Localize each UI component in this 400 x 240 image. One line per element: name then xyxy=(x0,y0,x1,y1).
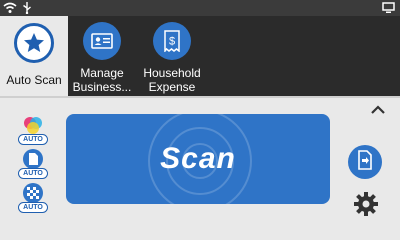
monitor-icon xyxy=(382,2,395,14)
scan-button[interactable]: Scan xyxy=(66,114,330,204)
paper-size-button[interactable]: AUTO xyxy=(18,149,48,179)
scan-side-button[interactable] xyxy=(348,145,382,179)
profile-label-line2: Expense xyxy=(148,80,196,94)
paper-size-icon xyxy=(22,149,44,169)
profile-label-line1: Household xyxy=(143,66,201,80)
color-mode-button[interactable]: AUTO xyxy=(18,115,48,145)
star-icon xyxy=(14,23,54,63)
resolution-button[interactable]: AUTO xyxy=(18,183,48,213)
divider xyxy=(0,96,400,98)
profile-label-line2: Business... xyxy=(72,80,132,94)
scan-label: Scan xyxy=(160,142,236,175)
profile-manage-business[interactable]: Manage Business... xyxy=(68,16,136,96)
svg-text:$: $ xyxy=(169,36,175,48)
auto-badge: AUTO xyxy=(18,202,48,213)
receipt-icon: $ xyxy=(153,22,191,60)
profile-bar: Manage Business... $ Household Expense xyxy=(68,16,400,96)
profile-label-line1: Manage xyxy=(80,66,124,80)
scan-side-icon xyxy=(357,149,373,175)
color-mode-icon xyxy=(22,115,44,135)
chevron-up-icon[interactable] xyxy=(366,100,390,120)
id-card-icon xyxy=(83,22,121,60)
profile-auto-scan[interactable]: Auto Scan xyxy=(0,16,68,96)
gear-icon[interactable] xyxy=(352,190,380,218)
resolution-icon xyxy=(22,183,44,203)
profile-label: Auto Scan xyxy=(6,73,62,87)
profile-household-expense[interactable]: $ Household Expense xyxy=(138,16,206,96)
status-bar xyxy=(0,0,400,16)
usb-icon xyxy=(22,2,32,14)
auto-badge: AUTO xyxy=(18,134,48,145)
wifi-icon xyxy=(3,2,17,14)
auto-badge: AUTO xyxy=(18,168,48,179)
